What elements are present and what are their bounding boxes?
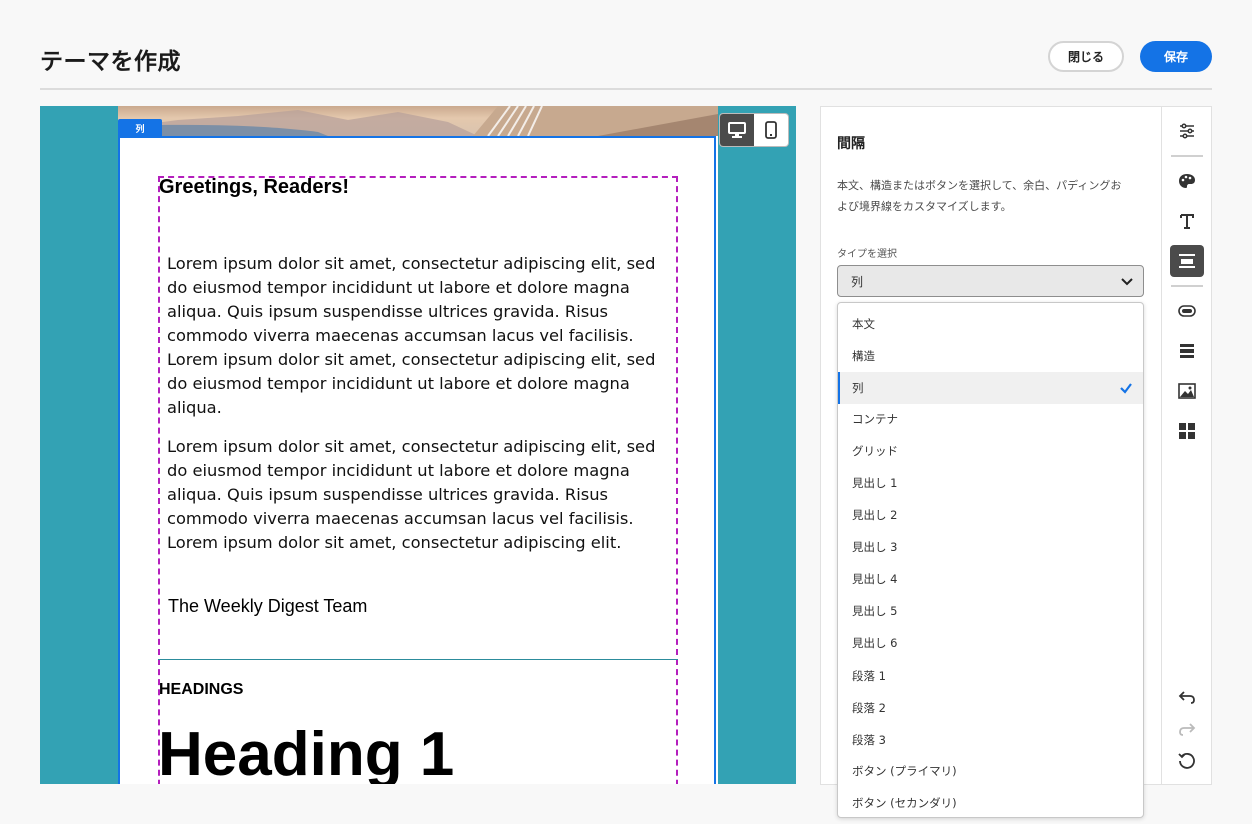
dropdown-option-selected[interactable]: 列	[838, 372, 1143, 404]
paragraph-1[interactable]: Lorem ipsum dolor sit amet, consectetur …	[167, 252, 677, 420]
dropdown-option[interactable]: 見出し 6	[838, 627, 1143, 659]
dropdown-option[interactable]: 見出し 1	[838, 467, 1143, 499]
chevron-down-icon	[1121, 278, 1133, 286]
type-dropdown-menu: 本文 構造 列 コンテナ グリッド 見出し 1 見出し 2 見出し 3 見出し …	[837, 302, 1144, 818]
type-select-value: 列	[851, 274, 864, 289]
palette-rail-button[interactable]	[1170, 165, 1204, 197]
dropdown-option[interactable]: 見出し 3	[838, 531, 1143, 563]
spacing-icon	[1179, 254, 1195, 268]
palette-icon	[1179, 174, 1195, 188]
dropdown-option[interactable]: ボタン (プライマリ)	[838, 755, 1143, 787]
reset-button[interactable]	[1170, 745, 1204, 777]
mobile-icon	[765, 121, 777, 139]
text-icon	[1180, 214, 1194, 229]
type-select[interactable]: 列	[837, 265, 1144, 297]
tool-rail	[1161, 107, 1213, 784]
email-canvas[interactable]: Greetings, Readers! Lorem ipsum dolor si…	[40, 106, 796, 784]
checkmark-icon	[1120, 383, 1132, 394]
section-divider	[158, 659, 678, 660]
text-rail-button[interactable]	[1170, 205, 1204, 237]
button-rail-button[interactable]	[1170, 295, 1204, 327]
create-theme-dialog: テーマを作成 閉じる 保存 Greetings, Readers! Lorem …	[0, 0, 1252, 824]
desktop-view-button[interactable]	[720, 114, 754, 146]
settings-rail-button[interactable]	[1170, 115, 1204, 147]
dropdown-option[interactable]: 段落 3	[838, 724, 1143, 756]
panel-description: 本文、構造またはボタンを選択して、余白、パディングおよび境界線をカスタマイズしま…	[837, 179, 1122, 213]
device-toggle	[720, 114, 788, 146]
structure-rail-button[interactable]	[1170, 335, 1204, 367]
mobile-view-button[interactable]	[754, 114, 788, 146]
settings-sliders-icon	[1180, 123, 1194, 139]
undo-icon	[1178, 691, 1195, 704]
dropdown-option[interactable]: 構造	[838, 340, 1143, 372]
dropdown-option[interactable]: ボタン (セカンダリ)	[838, 787, 1143, 817]
paragraph-2[interactable]: Lorem ipsum dolor sit amet, consectetur …	[167, 435, 677, 555]
hero-image	[118, 106, 718, 136]
image-rail-button[interactable]	[1170, 375, 1204, 407]
email-body[interactable]: Greetings, Readers! Lorem ipsum dolor si…	[118, 106, 718, 784]
header-divider	[40, 88, 1212, 90]
redo-icon	[1179, 723, 1196, 736]
structure-icon	[1180, 344, 1194, 358]
heading-1-sample[interactable]: Heading 1	[158, 724, 454, 785]
reset-icon	[1178, 753, 1195, 769]
rail-separator	[1171, 285, 1203, 287]
grid-icon	[1179, 423, 1195, 439]
panel-title: 間隔	[837, 136, 865, 152]
dropdown-option-label: 列	[852, 381, 864, 395]
dropdown-option[interactable]: 段落 2	[838, 692, 1143, 724]
dropdown-option[interactable]: 段落 1	[838, 660, 1143, 692]
greeting-heading[interactable]: Greetings, Readers!	[159, 176, 349, 199]
type-select-label: タイプを選択	[837, 249, 897, 260]
rail-separator	[1171, 155, 1203, 157]
grid-rail-button[interactable]	[1170, 415, 1204, 447]
dropdown-option[interactable]: コンテナ	[838, 403, 1143, 435]
undo-button[interactable]	[1170, 681, 1204, 713]
desktop-icon	[728, 122, 746, 138]
dropdown-option[interactable]: グリッド	[838, 435, 1143, 467]
page-title: テーマを作成	[40, 49, 181, 75]
save-button[interactable]: 保存	[1140, 41, 1212, 72]
signoff-text[interactable]: The Weekly Digest Team	[168, 596, 367, 617]
column-tag: 列	[118, 119, 162, 137]
dropdown-option[interactable]: 見出し 2	[838, 499, 1143, 531]
dropdown-option[interactable]: 見出し 5	[838, 595, 1143, 627]
redo-button[interactable]	[1170, 713, 1204, 745]
button-icon	[1178, 305, 1196, 317]
dropdown-option[interactable]: 本文	[838, 308, 1143, 340]
headings-label[interactable]: HEADINGS	[159, 681, 243, 699]
close-button[interactable]: 閉じる	[1048, 41, 1124, 72]
dropdown-option[interactable]: 見出し 4	[838, 563, 1143, 595]
spacing-rail-button[interactable]	[1170, 245, 1204, 277]
image-icon	[1178, 383, 1196, 399]
